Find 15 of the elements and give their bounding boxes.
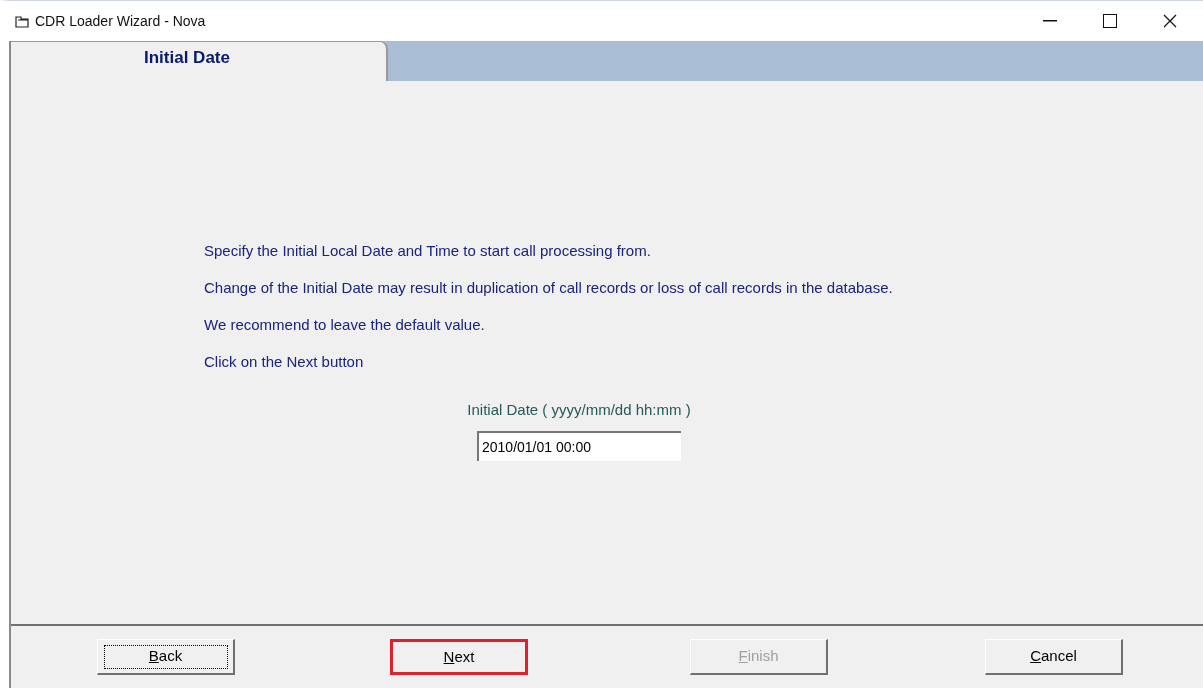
field-label: Initial Date ( yyyy/mm/dd hh:mm ) (467, 400, 691, 420)
instruction-text: Change of the Initial Date may result in duplication of call records or loss of call records in the database. (204, 278, 894, 298)
maximize-icon[interactable] (1103, 14, 1117, 28)
instruction-text: We recommend to leave the default value. (204, 315, 486, 335)
date-field[interactable]: 2010/01/01 00:00 (477, 430, 681, 461)
close-icon[interactable] (1163, 14, 1177, 28)
instruction-text: Specify the Initial Local Date and Time to start call processing from. (204, 241, 652, 261)
app-icon (15, 14, 29, 28)
wizard-button[interactable]: Next (390, 639, 528, 675)
tab[interactable]: Initial Date (11, 41, 388, 81)
wizard-button[interactable]: Cancel (985, 639, 1123, 675)
instruction-text: Click on the Next button (204, 352, 365, 372)
window-title: CDR Loader Wizard - Nova (35, 11, 206, 31)
back-button[interactable]: Back (97, 639, 235, 675)
minimize-icon[interactable] (1043, 20, 1057, 22)
